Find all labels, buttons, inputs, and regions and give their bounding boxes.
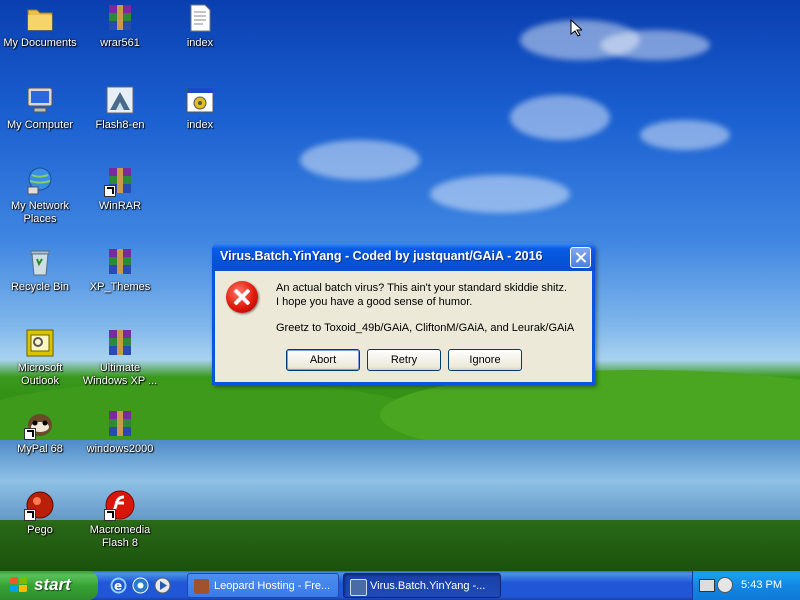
computer-icon xyxy=(24,84,56,116)
internet-explorer-icon[interactable]: e xyxy=(110,577,127,594)
dialog-title: Virus.Batch.YinYang - Coded by justquant… xyxy=(220,249,543,263)
window-icon xyxy=(350,579,367,596)
desktop-icon-pego[interactable]: Pego xyxy=(0,489,80,537)
winrar-shortcut-icon xyxy=(104,165,136,197)
icon-label: WinRAR xyxy=(98,200,142,212)
icon-label: index xyxy=(186,37,214,49)
winrar-archive-icon xyxy=(104,246,136,278)
desktop-icon-my-network-places[interactable]: My Network Places xyxy=(0,165,80,226)
mouse-cursor-icon xyxy=(570,18,584,37)
taskbar: start e Leopard Hosting - Fre... Virus.B… xyxy=(0,571,800,600)
start-button[interactable]: start xyxy=(0,571,98,600)
installer-icon xyxy=(104,84,136,116)
volume-icon[interactable] xyxy=(717,577,733,593)
icon-label: Flash8-en xyxy=(95,119,145,131)
pego-icon xyxy=(24,489,56,521)
desktop-icon-my-computer[interactable]: My Computer xyxy=(0,84,80,132)
desktop-icon-winrar[interactable]: WinRAR xyxy=(80,165,160,213)
start-label: start xyxy=(34,575,71,594)
dialog-titlebar[interactable]: Virus.Batch.YinYang - Coded by justquant… xyxy=(212,243,595,271)
desktop-icon-mypal-68[interactable]: MyPal 68 xyxy=(0,408,80,456)
system-tray: 5:43 PM xyxy=(692,571,800,600)
winrar-archive-icon xyxy=(104,2,136,34)
taskbar-item-label: Leopard Hosting - Fre... xyxy=(214,580,331,592)
icon-label: MyPal 68 xyxy=(17,443,63,455)
recycle-bin-icon xyxy=(24,246,56,278)
mozilla-browser-icon[interactable] xyxy=(132,577,149,594)
taskbar-item-leopard-hosting[interactable]: Leopard Hosting - Fre... xyxy=(187,573,339,598)
flash-icon xyxy=(104,489,136,521)
media-player-icon[interactable] xyxy=(154,577,171,594)
icon-label: windows2000 xyxy=(86,443,154,455)
icon-label: XP_Themes xyxy=(89,281,151,293)
mypal-browser-icon xyxy=(24,408,56,440)
icon-label: Microsoft Outlook xyxy=(17,362,63,387)
winrar-archive-icon xyxy=(104,408,136,440)
dialog-message-line-1: An actual batch virus? This ain't your s… xyxy=(276,282,568,294)
folder-icon xyxy=(24,2,56,34)
desktop-icon-windows2000[interactable]: windows2000 xyxy=(80,408,160,456)
icon-label: My Computer xyxy=(6,119,74,131)
desktop-icon-wrar561[interactable]: wrar561 xyxy=(80,2,160,50)
dialog-message-line-3: Greetz to Toxoid_49b/GAiA, CliftonM/GAiA… xyxy=(276,322,575,334)
desktop-icon-microsoft-outlook[interactable]: Microsoft Outlook xyxy=(0,327,80,388)
taskbar-item-label: Virus.Batch.YinYang -... xyxy=(370,580,486,592)
desktop-icon-index-text[interactable]: index xyxy=(160,2,240,50)
icon-label: wrar561 xyxy=(100,37,140,49)
winrar-archive-icon xyxy=(104,327,136,359)
icon-label: Pego xyxy=(27,524,53,536)
error-dialog[interactable]: Virus.Batch.YinYang - Coded by justquant… xyxy=(212,243,595,385)
abort-button[interactable]: Abort xyxy=(286,349,360,371)
windows-logo-icon xyxy=(10,577,28,594)
desktop-icon-my-documents[interactable]: My Documents xyxy=(0,2,80,50)
icon-label: Recycle Bin xyxy=(10,281,70,293)
batch-file-icon xyxy=(184,84,216,116)
taskbar-item-virus-dialog[interactable]: Virus.Batch.YinYang -... xyxy=(343,573,501,598)
desktop-icon-flash8-en[interactable]: Flash8-en xyxy=(80,84,160,132)
desktop-icon-recycle-bin[interactable]: Recycle Bin xyxy=(0,246,80,294)
dialog-body: An actual batch virus? This ain't your s… xyxy=(215,271,592,382)
desktop-icon-index-batch[interactable]: index xyxy=(160,84,240,132)
ignore-button[interactable]: Ignore xyxy=(448,349,522,371)
outlook-icon xyxy=(24,327,56,359)
clock[interactable]: 5:43 PM xyxy=(741,579,782,591)
icon-label: Ultimate Windows XP ... xyxy=(82,362,158,387)
icon-label: My Network Places xyxy=(10,200,70,225)
network-icon xyxy=(24,165,56,197)
icon-label: index xyxy=(186,119,214,131)
text-document-icon xyxy=(184,2,216,34)
desktop-icon-ultimate-windows-xp[interactable]: Ultimate Windows XP ... xyxy=(80,327,160,388)
error-icon xyxy=(226,281,258,313)
close-icon[interactable] xyxy=(570,247,591,268)
svg-text:e: e xyxy=(114,579,122,593)
desktop-icon-xp-themes[interactable]: XP_Themes xyxy=(80,246,160,294)
desktop[interactable]: My Documents My Computer My Network Plac… xyxy=(0,0,800,571)
desktop-icon-macromedia-flash-8[interactable]: Macromedia Flash 8 xyxy=(80,489,160,550)
browser-icon xyxy=(194,579,209,594)
dialog-message-line-2: I hope you have a good sense of humor. xyxy=(276,296,473,308)
icon-label: My Documents xyxy=(3,37,77,49)
keyboard-icon[interactable] xyxy=(699,579,715,592)
retry-button[interactable]: Retry xyxy=(367,349,441,371)
icon-label: Macromedia Flash 8 xyxy=(89,524,151,549)
